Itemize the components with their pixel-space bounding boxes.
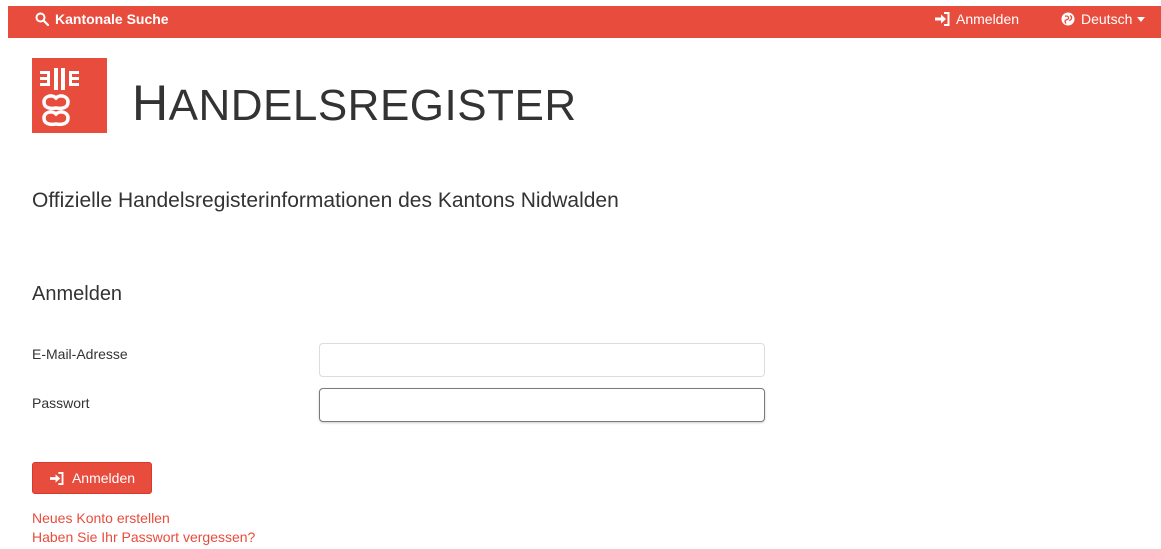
page-title: HANDELSREGISTER bbox=[132, 78, 577, 131]
forgot-password-link[interactable]: Haben Sie Ihr Passwort vergessen? bbox=[32, 529, 255, 545]
language-dropdown[interactable]: Deutsch bbox=[1061, 6, 1146, 38]
coat-of-arms-logo bbox=[32, 58, 107, 133]
login-button[interactable]: Anmelden bbox=[32, 462, 152, 494]
title-initial: H bbox=[132, 75, 169, 131]
search-icon bbox=[35, 6, 49, 32]
email-field[interactable] bbox=[319, 343, 765, 377]
cantonal-search-label: Kantonale Suche bbox=[55, 11, 169, 27]
globe-icon bbox=[1061, 6, 1075, 32]
caret-down-icon bbox=[1137, 6, 1146, 32]
create-account-link[interactable]: Neues Konto erstellen bbox=[32, 510, 170, 526]
page-subtitle: Offizielle Handelsregisterinformationen … bbox=[32, 189, 619, 212]
email-label: E-Mail-Adresse bbox=[32, 346, 128, 362]
cantonal-search-link[interactable]: Kantonale Suche bbox=[35, 6, 169, 38]
sign-in-icon bbox=[49, 471, 64, 485]
language-label: Deutsch bbox=[1081, 11, 1133, 27]
login-heading: Anmelden bbox=[32, 283, 123, 305]
top-login-link[interactable]: Anmelden bbox=[934, 6, 1019, 38]
sign-in-icon bbox=[934, 6, 950, 32]
login-button-label: Anmelden bbox=[71, 470, 136, 486]
top-navigation-bar: Kantonale Suche Anmelden Deutsch bbox=[8, 6, 1161, 38]
title-rest: ANDELSREGISTER bbox=[168, 81, 577, 130]
password-label: Passwort bbox=[32, 395, 90, 411]
top-login-label: Anmelden bbox=[956, 11, 1020, 27]
password-field[interactable] bbox=[319, 388, 765, 422]
